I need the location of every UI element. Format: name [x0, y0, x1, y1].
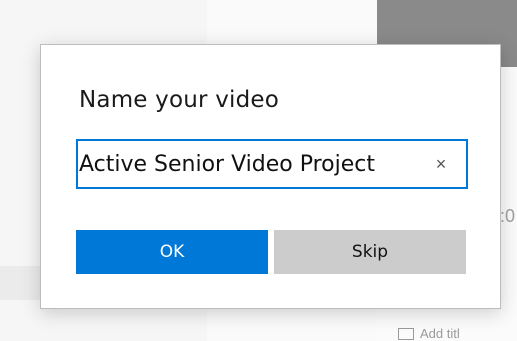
add-title-button[interactable]: Add titl	[398, 326, 460, 341]
video-name-input[interactable]	[78, 144, 419, 184]
ok-button[interactable]: OK	[76, 230, 268, 274]
name-video-dialog: Name your video × OK Skip	[40, 44, 501, 309]
video-name-field[interactable]: ×	[76, 139, 468, 189]
dialog-title: Name your video	[79, 87, 280, 113]
duration-fragment: :0	[500, 206, 516, 226]
add-title-label: Add titl	[420, 326, 460, 341]
text-box-icon	[398, 327, 414, 340]
close-icon[interactable]: ×	[430, 153, 452, 175]
skip-button[interactable]: Skip	[274, 230, 466, 274]
background-strip	[0, 266, 40, 300]
